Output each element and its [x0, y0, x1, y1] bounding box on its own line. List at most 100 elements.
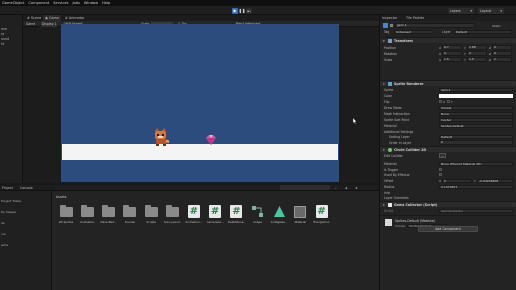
- is-trigger-checkbox[interactable]: [439, 167, 442, 171]
- asset-item[interactable]: Animation: [79, 204, 95, 235]
- flip-x-label: X: [443, 99, 446, 104]
- transform-position-z-field[interactable]: 0: [492, 45, 512, 50]
- sorting-layer-dropdown[interactable]: Default: [439, 134, 513, 139]
- asset-label: Scripts: [146, 220, 156, 224]
- active-checkbox[interactable]: [390, 23, 393, 27]
- transform-rotation-y-field[interactable]: 0: [467, 51, 487, 56]
- transform-rotation-x-field[interactable]: 0: [442, 51, 462, 56]
- layer-overrides-label[interactable]: Layer Overrides: [384, 196, 409, 200]
- tab-label: Scene: [30, 16, 42, 20]
- kebab-menu-icon[interactable]: ⋮: [512, 148, 515, 152]
- transform-position-y-field[interactable]: 1.88: [467, 45, 487, 50]
- player-fox-sprite: [155, 128, 170, 146]
- animator-icon: ≣: [65, 16, 68, 20]
- asset-item[interactable]: Scenes: [122, 204, 138, 235]
- kebab-menu-icon[interactable]: ⋮: [512, 39, 515, 43]
- layer-dropdown[interactable]: Default: [454, 29, 512, 34]
- sprite-renderer-header[interactable]: ▾ Sprite Renderer ⋮: [380, 80, 516, 86]
- mask-interaction-dropdown[interactable]: None: [439, 111, 513, 116]
- transform-position-x-field[interactable]: 6.7: [442, 45, 462, 50]
- material-field[interactable]: Sprites-Default: [439, 123, 513, 128]
- shader-label: Shader: [395, 224, 406, 228]
- menu-services[interactable]: Services: [53, 1, 68, 5]
- asset-item[interactable]: SunnyLand...: [164, 204, 181, 235]
- sorting-layer-label: Sorting Layer: [389, 135, 410, 139]
- transform-rotation-z-field[interactable]: 0: [492, 51, 512, 56]
- hierarchy-item[interactable]: ht: [1, 42, 4, 46]
- axis-x-label: X: [439, 45, 442, 50]
- transform-scale-y-field[interactable]: 1.5: [467, 57, 487, 62]
- asset-item[interactable]: # TriangleCol...: [313, 205, 330, 235]
- sort-point-dropdown[interactable]: Center: [439, 117, 513, 122]
- offset-x-field[interactable]: 0: [442, 178, 472, 183]
- cursor-icon: [353, 118, 357, 124]
- transform-header[interactable]: ▾ Transform ⋮: [380, 37, 516, 43]
- add-component-button[interactable]: Add Component: [418, 226, 478, 232]
- folder-icon: [59, 204, 73, 218]
- inspector-panel: Inspector Tile Palette gem 1 Static Tag …: [379, 15, 516, 290]
- circle-collider-header[interactable]: ▾ Circle Collider 2D ⋮: [380, 146, 516, 152]
- order-in-layer-field[interactable]: 0: [439, 140, 513, 145]
- edit-collider-button[interactable]: ⊹: [439, 153, 446, 158]
- script-component-header[interactable]: ▾ Gems Collector (Script) ⋮: [380, 201, 516, 207]
- asset-item[interactable]: # DeathZone...: [228, 205, 245, 235]
- gem-sprite: [206, 135, 216, 145]
- tag-dropdown[interactable]: Untagged: [394, 29, 434, 34]
- kebab-menu-icon[interactable]: ⋮: [512, 82, 515, 86]
- tab-tile-palette[interactable]: Tile Palette: [406, 16, 424, 20]
- sprite-field[interactable]: gem-1: [439, 87, 513, 92]
- asset-item[interactable]: Material: [292, 205, 308, 235]
- hierarchy-item[interactable]: ene: [1, 27, 7, 31]
- hierarchy-item[interactable]: ound: [1, 37, 9, 41]
- additional-settings-label[interactable]: Additional Settings: [384, 130, 413, 134]
- folder-icon: [123, 204, 137, 218]
- axis-z-label: Z: [489, 57, 492, 62]
- script-field: GemsCollector: [439, 208, 513, 213]
- play-button[interactable]: ▶: [232, 7, 238, 14]
- transform-scale-z-field[interactable]: 1: [492, 57, 512, 62]
- asset-item[interactable]: Grape: [250, 205, 266, 235]
- edit-collider-icon: ⊹: [441, 153, 444, 158]
- layers-label: Layers: [450, 8, 461, 13]
- flip-x-checkbox[interactable]: [439, 99, 442, 103]
- radius-field[interactable]: 0.1479307: [439, 184, 513, 189]
- hierarchy-panel: ene ra ound ht: [0, 15, 23, 183]
- game-display-dropdown[interactable]: Game: [26, 22, 35, 27]
- step-button[interactable]: ▶|: [246, 7, 252, 14]
- asset-item[interactable]: Instaglass...: [271, 205, 287, 235]
- flip-label: Flip: [384, 100, 390, 104]
- flip-y-checkbox[interactable]: [447, 99, 450, 103]
- color-swatch[interactable]: [439, 93, 513, 98]
- offset-x-axis: X: [439, 179, 442, 183]
- axis-z-label: Z: [489, 45, 492, 50]
- asset-item[interactable]: 2D Sprites: [58, 204, 74, 235]
- menu-gameobject[interactable]: GameObject: [2, 1, 24, 5]
- kebab-menu-icon[interactable]: ⋮: [512, 203, 515, 207]
- offset-y-field[interactable]: -0.04204818: [477, 178, 513, 183]
- used-by-effector-checkbox[interactable]: [439, 173, 442, 176]
- menu-component[interactable]: Component: [28, 1, 49, 5]
- layers-dropdown[interactable]: Layers ▾: [448, 7, 474, 14]
- display-dropdown[interactable]: Display 1: [41, 21, 58, 27]
- tab-inspector[interactable]: Inspector: [382, 16, 397, 20]
- collider-material-field[interactable]: None (Physics Material 2D): [439, 161, 513, 166]
- asset-item[interactable]: # CameraCo...: [207, 205, 224, 235]
- script-icon: #: [230, 205, 243, 218]
- transform-scale-x-field[interactable]: 1.5: [442, 57, 462, 62]
- pause-button[interactable]: ❚❚: [239, 7, 245, 14]
- axis-y-label: Y: [464, 57, 466, 62]
- axis-y-label: Y: [464, 51, 466, 56]
- draw-mode-dropdown[interactable]: Simple: [439, 105, 513, 110]
- asset-item[interactable]: Dave Bed...: [100, 204, 117, 235]
- asset-item[interactable]: Scripts: [143, 204, 159, 235]
- hierarchy-item[interactable]: ra: [1, 32, 4, 36]
- object-name-field[interactable]: gem 1: [395, 23, 475, 28]
- info-label[interactable]: Info: [384, 191, 390, 195]
- menu-help[interactable]: Help: [102, 1, 110, 5]
- layout-dropdown[interactable]: Layout ▾: [478, 7, 504, 14]
- menu-window[interactable]: Window: [84, 1, 98, 5]
- game-viewport[interactable]: [61, 24, 339, 182]
- main-toolbar: ▶ ❚❚ ▶| Layers ▾ Layout ▾: [0, 6, 516, 15]
- asset-item[interactable]: # Animation...: [185, 205, 202, 235]
- menu-jobs[interactable]: Jobs: [72, 1, 79, 5]
